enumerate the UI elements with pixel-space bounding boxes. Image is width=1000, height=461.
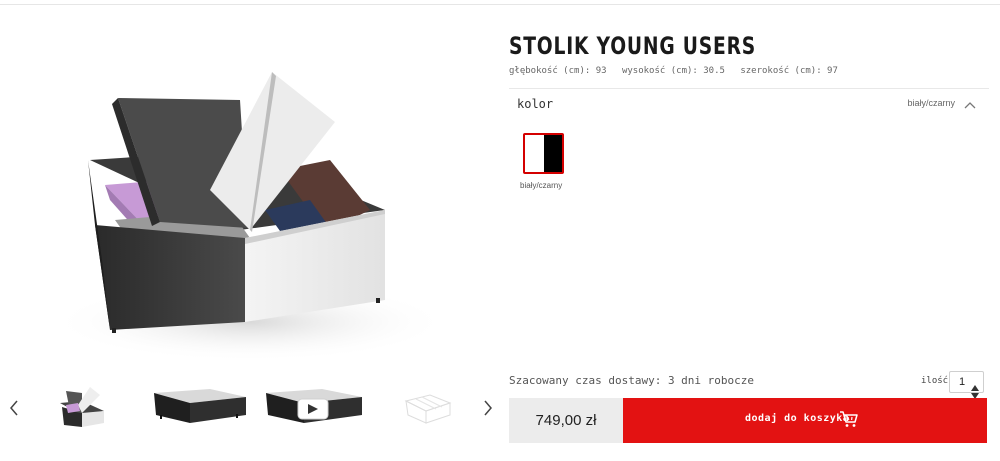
gallery-prev-arrow-icon[interactable] <box>6 397 22 419</box>
add-to-cart-button[interactable]: dodaj do koszyka <box>623 398 987 443</box>
add-to-cart-label: dodaj do koszyka <box>745 413 850 424</box>
color-selected-value: biały/czarny <box>907 98 955 108</box>
product-title: STOLIK YOUNG USERS <box>509 32 757 60</box>
thumbnail-open-table[interactable] <box>52 383 112 433</box>
chevron-up-icon[interactable] <box>963 96 977 109</box>
thumbnail-closed-table[interactable] <box>150 383 250 433</box>
header-divider <box>0 4 1000 5</box>
product-dimensions: głębokość (cm): 93 wysokość (cm): 30.5 s… <box>509 66 848 76</box>
price-box: 749,00 zł <box>509 398 623 443</box>
gallery-next-arrow-icon[interactable] <box>480 397 496 419</box>
product-price: 749,00 zł <box>535 412 597 429</box>
quantity-value[interactable]: 1 <box>959 376 965 388</box>
quantity-label: ilość <box>921 376 949 386</box>
main-product-image[interactable] <box>40 60 440 370</box>
thumbnail-video[interactable] <box>262 383 366 433</box>
color-swatch-label: biały/czarny <box>520 181 563 190</box>
cart-icon <box>839 410 859 428</box>
color-label: kolor <box>517 97 554 111</box>
color-swatch-white-black[interactable] <box>523 133 564 174</box>
thumbnail-drawing[interactable] <box>400 383 456 433</box>
dimension-width: szerokość (cm): 97 <box>740 66 838 76</box>
quantity-stepper[interactable]: 1 <box>949 371 984 399</box>
quantity-decrease-icon[interactable] <box>971 384 979 399</box>
color-section-header[interactable]: kolor biały/czarny <box>509 88 989 118</box>
dimension-height: wysokość (cm): 30.5 <box>621 66 725 76</box>
swatch-white-half <box>525 135 544 172</box>
swatch-black-half <box>543 135 562 172</box>
quantity-increase-icon[interactable] <box>971 376 979 391</box>
dimension-depth: głębokość (cm): 93 <box>509 66 607 76</box>
delivery-estimate: Szacowany czas dostawy: 3 dni robocze <box>509 374 755 387</box>
